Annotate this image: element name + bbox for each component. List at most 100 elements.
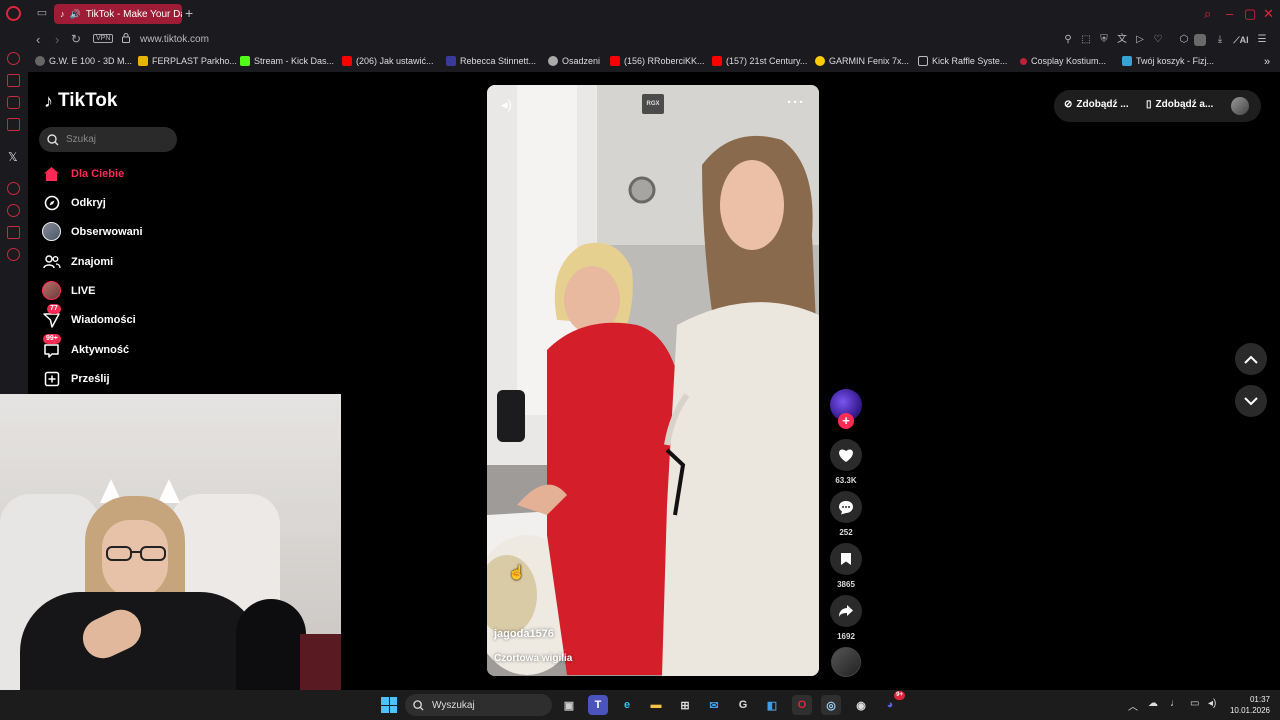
history-icon[interactable] — [7, 204, 20, 217]
nav-item-friends[interactable]: Znajomi — [42, 252, 113, 271]
bookmark-item[interactable]: Cosplay Kostium... — [1020, 56, 1106, 66]
edge-icon[interactable]: e — [617, 695, 637, 715]
heart-icon[interactable]: ♡ — [1152, 34, 1164, 46]
obs-icon[interactable]: ◉ — [851, 695, 871, 715]
aria-icon[interactable] — [7, 52, 20, 65]
taskbar-search[interactable]: Wyszukaj — [405, 694, 552, 716]
bookmark-item[interactable]: Osadzeni — [548, 56, 600, 66]
share-button[interactable] — [830, 595, 862, 627]
follow-button[interactable]: + — [838, 413, 854, 429]
get-app-button[interactable]: ▯ Zdobądź a... — [1146, 99, 1213, 110]
nav-item-explore[interactable]: Odkryj — [42, 193, 106, 212]
nav-item-for-you[interactable]: Dla Ciebie — [42, 164, 124, 183]
play-icon[interactable]: ▷ — [1134, 34, 1146, 46]
profile-avatar-icon[interactable] — [1194, 34, 1206, 46]
coin-icon: ⊘ — [1064, 99, 1073, 110]
download-icon[interactable]: ⤓ — [1214, 34, 1226, 46]
audio-playing-icon[interactable]: 🔊 — [70, 9, 81, 20]
bookmark-item[interactable]: GARMIN Fenix 7x... — [815, 56, 909, 66]
messenger-icon[interactable] — [7, 96, 20, 109]
more-bookmarks-icon[interactable]: » — [1264, 56, 1270, 68]
onedrive-icon[interactable]: ☁ — [1148, 698, 1158, 709]
opera-taskbar-icon[interactable]: O — [792, 695, 812, 715]
comment-button[interactable] — [830, 491, 862, 523]
url-field[interactable]: www.tiktok.com — [140, 34, 209, 45]
store-icon[interactable]: ⊞ — [675, 695, 695, 715]
nav-item-messages[interactable]: 77 Wiadomości — [42, 304, 136, 329]
g-app-icon[interactable]: G — [733, 695, 753, 715]
nav-item-activity[interactable]: 99+ Aktywność — [42, 334, 129, 359]
windows-start-icon[interactable] — [381, 697, 397, 713]
maximize-button[interactable]: ▢ — [1244, 6, 1256, 22]
photos-icon[interactable]: ◧ — [762, 695, 782, 715]
teams-icon[interactable]: T — [588, 695, 608, 715]
shopping-icon[interactable] — [7, 74, 20, 87]
back-button[interactable]: ‹ — [36, 32, 40, 47]
bookmark-item[interactable]: Kick Raffle Syste... — [918, 56, 1007, 66]
player-icon[interactable] — [7, 182, 20, 195]
previous-video-button[interactable] — [1235, 343, 1267, 375]
browser-tab-tiktok[interactable]: ♪ 🔊 TikTok - Make Your Da — [54, 4, 182, 24]
tray-overflow-icon[interactable]: ︿ — [1128, 698, 1138, 713]
discord-icon[interactable]: ◕ 9+ — [880, 691, 905, 715]
search-tabs-icon[interactable]: ⌕ — [1204, 6, 1211, 22]
video-author[interactable]: jagoda1576 — [494, 628, 554, 640]
pinboard-icon[interactable] — [7, 226, 20, 239]
settings-icon[interactable] — [7, 248, 20, 261]
forward-button[interactable]: › — [55, 32, 59, 47]
bookmark-item[interactable]: Stream - Kick Das... — [240, 56, 334, 66]
speaker-icon[interactable]: ◂) — [1208, 698, 1216, 709]
gmail-icon[interactable] — [7, 118, 20, 131]
lock-icon[interactable] — [122, 33, 130, 43]
bookmark-item[interactable]: (206) Jak ustawić... — [342, 56, 434, 66]
steam-icon[interactable]: ◎ — [821, 695, 841, 715]
bookmark-item[interactable]: G.W. E 100 - 3D M... — [35, 56, 132, 66]
nav-item-live[interactable]: LIVE — [42, 281, 95, 300]
bookmark-label: Cosplay Kostium... — [1031, 56, 1107, 66]
network-icon[interactable]: ▭ — [1190, 698, 1199, 709]
bookmark-item[interactable]: (156) RRoberciKK... — [610, 56, 705, 66]
profile-avatar[interactable] — [1231, 97, 1249, 115]
more-options-icon[interactable]: ··· — [787, 94, 805, 111]
search-input[interactable]: Szukaj — [39, 127, 177, 152]
file-explorer-icon[interactable]: ▬ — [646, 695, 666, 715]
bookmark-item[interactable]: Twój koszyk - Fizj... — [1122, 56, 1214, 66]
x-twitter-icon[interactable]: 𝕏 — [8, 150, 18, 164]
bookmark-icon — [841, 553, 851, 565]
extensions-icon[interactable]: ⬡ — [1178, 34, 1190, 46]
taskbar-clock[interactable]: 01:37 10.01.2026 — [1228, 694, 1270, 716]
get-coins-button[interactable]: ⊘ Zdobądź ... — [1064, 99, 1129, 110]
new-tab-button[interactable]: + — [185, 5, 193, 21]
header-button-label: Zdobądź a... — [1155, 99, 1214, 110]
like-button[interactable] — [830, 439, 862, 471]
music-disc-avatar[interactable] — [831, 647, 861, 677]
vpn-badge[interactable]: VPN — [93, 34, 114, 43]
cat-ear-right — [158, 479, 180, 503]
tab-island-icon[interactable]: ▭ — [36, 7, 48, 19]
close-button[interactable]: ✕ — [1263, 6, 1274, 22]
video-player[interactable]: ◂) RGX ··· ☝ jagoda1576 Czortowa wigilia — [487, 85, 819, 676]
tiktok-logo[interactable]: ♪ TikTok — [44, 90, 117, 112]
menu-icon[interactable]: ☰ — [1256, 34, 1268, 46]
pin-icon[interactable]: ⚲ — [1062, 34, 1074, 46]
next-video-button[interactable] — [1235, 385, 1267, 417]
aria-ai-button[interactable]: ⟋AI — [1232, 34, 1250, 46]
snapshot-icon[interactable]: ⬚ — [1080, 34, 1092, 46]
mail-icon[interactable]: ✉ — [704, 695, 724, 715]
translate-icon[interactable]: 文 — [1116, 34, 1128, 46]
bookmark-item[interactable]: (157) 21st Century... — [712, 56, 807, 66]
nav-label: Obserwowani — [71, 225, 143, 238]
windows-taskbar: Wyszukaj ▣ T e ▬ ⊞ ✉ G ◧ O ◎ ◉ ◕ 9+ ︿ ☁ … — [0, 690, 1280, 720]
task-view-icon[interactable]: ▣ — [559, 695, 579, 715]
nav-item-upload[interactable]: Prześlij — [42, 369, 110, 388]
volume-icon[interactable]: ◂) — [501, 97, 512, 113]
bookmark-item[interactable]: Rebecca Stinnett... — [446, 56, 536, 66]
bookmark-item[interactable]: FERPLAST Parkho... — [138, 56, 237, 66]
shield-icon[interactable]: ⛨ — [1098, 34, 1110, 46]
save-button[interactable] — [830, 543, 862, 575]
minimize-button[interactable]: – — [1226, 6, 1233, 21]
microphone-icon[interactable]: ♩ — [1170, 698, 1180, 709]
reload-button[interactable]: ↻ — [71, 32, 81, 46]
nav-item-following[interactable]: Obserwowani — [42, 222, 143, 241]
opera-logo-icon[interactable] — [6, 6, 21, 21]
